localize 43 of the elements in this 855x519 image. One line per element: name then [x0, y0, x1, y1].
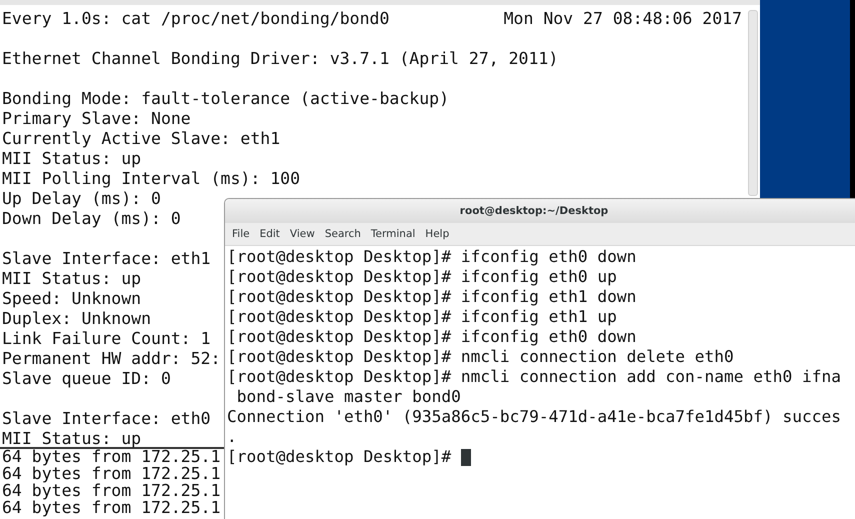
menu-item[interactable]: Search: [320, 226, 365, 242]
terminal-output-line: Primary Slave: None: [2, 109, 191, 129]
window-title: root@desktop:~/Desktop: [460, 205, 608, 217]
menu-item[interactable]: Help: [421, 226, 454, 242]
terminal-output-line: Down Delay (ms): 0: [2, 209, 181, 229]
terminal-output-line: Permanent HW addr: 52:: [2, 349, 221, 369]
terminal-output-line: Link Failure Count: 1: [2, 329, 211, 349]
terminal-output-line: Duplex: Unknown: [2, 309, 152, 329]
terminal-output-line: MII Status: up: [2, 149, 142, 169]
terminal-output-line: Speed: Unknown: [2, 289, 142, 309]
terminal-output-line: Bonding Mode: fault-tolerance (active-backup): [2, 89, 450, 109]
terminal-line: [root@desktop Desktop]# nmcli connection delete eth0: [227, 347, 734, 367]
scrollbar[interactable]: [748, 10, 758, 196]
terminal-line: [root@desktop Desktop]# nmcli connection add con-name eth0 ifna: [227, 367, 841, 387]
terminal-line: [root@desktop Desktop]# ifconfig eth0 down: [227, 327, 636, 347]
terminal-output-line: Slave Interface: eth0: [2, 409, 211, 429]
terminal-output-line: 64 bytes from 172.25.1: [2, 482, 221, 499]
menu-item[interactable]: File: [228, 226, 254, 242]
terminal-output-line: 64 bytes from 172.25.1: [2, 448, 221, 465]
terminal-line: [root@desktop Desktop]# ifconfig eth1 down: [227, 287, 636, 307]
terminal-output-line: 64 bytes from 172.25.1: [2, 499, 221, 516]
terminal-line: [root@desktop Desktop]#: [227, 447, 452, 467]
terminal-line: bond-slave master bond0: [236, 387, 461, 407]
watch-command: Every 1.0s: cat /proc/net/bonding/bond0: [2, 9, 390, 29]
terminal-line: [root@desktop Desktop]# ifconfig eth0 up: [227, 267, 617, 287]
timestamp: Mon Nov 27 08:48:06 2017: [504, 9, 742, 29]
menu-item[interactable]: View: [286, 226, 319, 242]
terminal-output-line: Currently Active Slave: eth1: [2, 129, 280, 149]
menu-item[interactable]: Edit: [256, 226, 284, 242]
terminal-line: .: [227, 427, 237, 447]
terminal-output-line: Slave Interface: eth1: [2, 249, 211, 269]
terminal-output-line: Ethernet Channel Bonding Driver: v3.7.1 (April 27, 2011): [2, 49, 558, 69]
text-cursor: [460, 448, 471, 466]
terminal-line: Connection 'eth0' (935a86c5-bc79-471d-a41e-bca7fe1d45bf) succes: [227, 407, 841, 427]
terminal-output-line: MII Status: up: [2, 269, 142, 289]
terminal-output-line: Slave queue ID: 0: [2, 369, 171, 389]
menu-item[interactable]: Terminal: [366, 226, 420, 242]
terminal-output-line: 64 bytes from 172.25.1: [2, 465, 221, 482]
terminal-line: [root@desktop Desktop]# ifconfig eth0 down: [227, 247, 636, 267]
terminal-line: [root@desktop Desktop]# ifconfig eth1 up: [227, 307, 617, 327]
terminal-output-line: MII Polling Interval (ms): 100: [2, 169, 300, 189]
terminal-output-line: MII Status: up: [2, 429, 142, 449]
terminal-output-line: Up Delay (ms): 0: [2, 189, 161, 209]
